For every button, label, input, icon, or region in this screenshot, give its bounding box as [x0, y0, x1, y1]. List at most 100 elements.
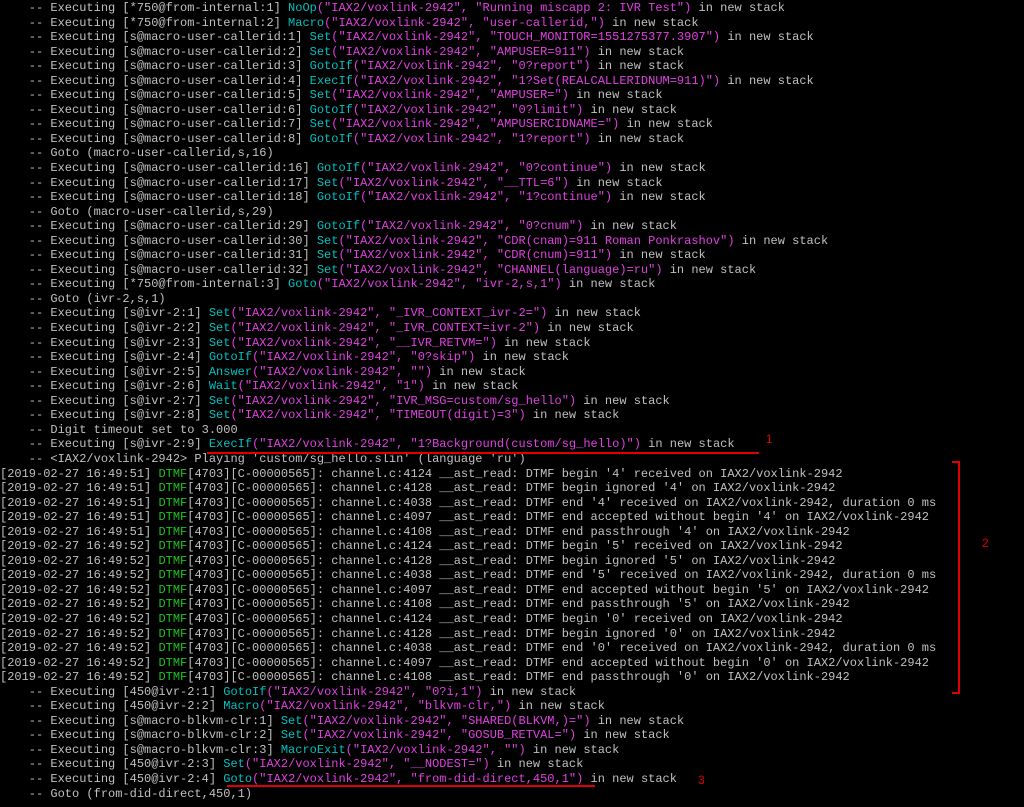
log-segment-plain: in new stack — [424, 379, 519, 394]
log-segment-plain: -- Executing [s@macro-user-callerid:1] — [0, 30, 310, 45]
log-line: -- Executing [s@macro-user-callerid:7] S… — [0, 117, 1024, 132]
log-line: [2019-02-27 16:49:52] DTMF[4703][C-00000… — [0, 641, 1024, 656]
log-segment-plain: in new stack — [619, 117, 713, 132]
log-segment-plain: -- Executing [s@macro-user-callerid:5] — [0, 88, 310, 103]
log-segment-plain: in new stack — [489, 757, 584, 772]
log-segment-str: ("IAX2/voxlink-2942", "__IVR_RETVM=") — [230, 335, 497, 350]
log-segment-app: Answer — [208, 364, 253, 379]
log-segment-plain: [2019-02-27 16:49:52] — [0, 626, 159, 641]
log-segment-app: Set — [208, 393, 231, 408]
log-segment-dtmf: DTMF — [158, 670, 188, 685]
log-segment-str: ("IAX2/voxlink-2942", "user-callerid,") — [324, 15, 605, 30]
log-segment-plain: [2019-02-27 16:49:51] — [0, 495, 159, 510]
log-segment-plain: in new stack — [583, 102, 677, 117]
log-segment-plain: [2019-02-27 16:49:52] — [0, 611, 159, 626]
log-segment-dtmf: DTMF — [158, 626, 188, 641]
log-segment-plain: in new stack — [590, 713, 685, 728]
annotation-label-3: 3 — [698, 773, 705, 787]
log-line: -- Executing [*750@from-internal:3] Goto… — [0, 277, 1024, 292]
log-segment-plain: in new stack — [590, 44, 685, 59]
log-line: -- Executing [s@macro-user-callerid:8] G… — [0, 132, 1024, 147]
log-segment-plain: [4703][C-00000565]: channel.c:4038 __ast… — [187, 495, 937, 510]
log-segment-plain: in new stack — [525, 408, 620, 423]
log-segment-plain: [2019-02-27 16:49:51] — [0, 510, 159, 525]
log-segment-plain: -- Executing [s@ivr-2:5] — [0, 364, 209, 379]
log-segment-app: Set — [316, 248, 339, 263]
log-segment-dtmf: DTMF — [158, 466, 188, 481]
terminal-console[interactable]: -- Executing [*750@from-internal:1] NoOp… — [0, 0, 1024, 807]
log-segment-app: ExecIf — [309, 73, 353, 88]
log-segment-plain: in new stack — [612, 161, 706, 176]
log-segment-plain: -- Executing [s@ivr-2:1] — [0, 306, 209, 321]
log-segment-dtmf: DTMF — [158, 582, 188, 597]
log-segment-plain: in new stack — [475, 350, 569, 365]
log-segment-plain: -- Goto (ivr-2,s,1) — [0, 291, 166, 306]
log-segment-plain: in new stack — [576, 728, 670, 743]
log-segment-plain: in new stack — [662, 262, 757, 277]
log-segment-plain: -- Executing [s@macro-user-callerid:17] — [0, 175, 317, 190]
log-line: -- Goto (from-did-direct,450,1) — [0, 787, 1024, 802]
log-segment-plain: -- Executing [*750@from-internal:3] — [0, 277, 289, 292]
log-segment-str: ("IAX2/voxlink-2942", "") — [252, 364, 433, 379]
log-segment-plain: in new stack — [576, 393, 670, 408]
log-segment-plain: -- Executing [s@macro-user-callerid:30] — [0, 233, 317, 248]
log-segment-app: Set — [280, 728, 303, 743]
log-segment-plain: -- Executing [s@macro-blkvm-clr:3] — [0, 742, 281, 757]
log-line: -- Executing [s@macro-user-callerid:3] G… — [0, 59, 1024, 74]
log-segment-plain: -- Executing [450@ivr-2:3] — [0, 757, 224, 772]
log-segment-str: ("IAX2/voxlink-2942", "1?report") — [352, 131, 591, 146]
log-line: -- Executing [*750@from-internal:1] NoOp… — [0, 1, 1024, 16]
log-segment-plain: in new stack — [511, 699, 605, 714]
log-segment-plain: -- Digit timeout set to 3.000 — [0, 422, 238, 437]
log-segment-app: Set — [316, 233, 339, 248]
annotation-underline-3 — [227, 785, 595, 787]
log-line: -- Goto (macro-user-callerid,s,29) — [0, 205, 1024, 220]
log-segment-app: GotoIf — [223, 684, 267, 699]
log-line: -- Executing [s@macro-blkvm-clr:3] Macro… — [0, 743, 1024, 758]
log-segment-plain: [2019-02-27 16:49:52] — [0, 670, 159, 685]
log-line: [2019-02-27 16:49:52] DTMF[4703][C-00000… — [0, 670, 1024, 685]
log-segment-str: ("IAX2/voxlink-2942", "__NODEST=") — [244, 757, 490, 772]
log-line: -- Executing [s@macro-user-callerid:30] … — [0, 234, 1024, 249]
log-segment-plain: [2019-02-27 16:49:51] — [0, 481, 159, 496]
log-segment-plain: -- Executing [s@macro-user-callerid:4] — [0, 73, 310, 88]
log-segment-str: ("IAX2/voxlink-2942", "TIMEOUT(digit)=3"… — [230, 408, 526, 423]
log-line: -- Executing [s@ivr-2:2] Set("IAX2/voxli… — [0, 321, 1024, 336]
log-segment-plain: in new stack — [482, 684, 577, 699]
log-segment-plain: [2019-02-27 16:49:51] — [0, 524, 159, 539]
log-segment-dtmf: DTMF — [158, 655, 188, 670]
log-segment-plain: -- Executing [s@macro-user-callerid:31] — [0, 248, 317, 263]
annotation-label-1: 1 — [766, 432, 773, 446]
log-segment-plain: in new stack — [583, 219, 677, 234]
log-segment-dtmf: DTMF — [158, 481, 188, 496]
log-segment-app: MacroExit — [280, 742, 346, 757]
log-segment-plain: [2019-02-27 16:49:52] — [0, 641, 159, 656]
log-line: [2019-02-27 16:49:52] DTMF[4703][C-00000… — [0, 612, 1024, 627]
log-segment-plain: in new stack — [525, 742, 620, 757]
log-segment-plain: -- Executing [s@ivr-2:6] — [0, 379, 209, 394]
log-segment-app: GotoIf — [309, 131, 353, 146]
log-segment-str: ("IAX2/voxlink-2942", "TOUCH_MONITOR=155… — [331, 30, 721, 45]
log-segment-plain: in new stack — [568, 88, 663, 103]
log-segment-dtmf: DTMF — [158, 597, 188, 612]
annotation-label-2: 2 — [982, 536, 989, 550]
log-segment-plain: in new stack — [734, 233, 829, 248]
log-segment-plain: [4703][C-00000565]: channel.c:4128 __ast… — [187, 481, 836, 496]
log-segment-app: GotoIf — [309, 102, 353, 117]
log-segment-plain: -- Goto (macro-user-callerid,s,29) — [0, 204, 274, 219]
log-segment-str: ("IAX2/voxlink-2942", "1") — [237, 379, 425, 394]
log-segment-str: ("IAX2/voxlink-2942", "AMPUSERCIDNAME=") — [331, 117, 620, 132]
log-line: [2019-02-27 16:49:51] DTMF[4703][C-00000… — [0, 525, 1024, 540]
log-segment-str: ("IAX2/voxlink-2942", "AMPUSER=911") — [331, 44, 591, 59]
log-segment-plain: in new stack — [561, 277, 656, 292]
log-segment-plain: -- Executing [s@macro-user-callerid:32] — [0, 262, 317, 277]
log-segment-plain: -- Executing [s@macro-user-callerid:29] — [0, 219, 317, 234]
log-segment-plain: [2019-02-27 16:49:51] — [0, 466, 159, 481]
log-segment-str: ("IAX2/voxlink-2942", "from-did-direct,4… — [252, 771, 584, 786]
log-line: -- Executing [s@ivr-2:6] Wait("IAX2/voxl… — [0, 379, 1024, 394]
log-segment-plain: in new stack — [568, 175, 663, 190]
log-segment-plain: -- Executing [s@macro-user-callerid:6] — [0, 102, 310, 117]
log-segment-str: ("IAX2/voxlink-2942", "0?limit") — [352, 102, 584, 117]
log-segment-plain: -- Goto (macro-user-callerid,s,16) — [0, 146, 274, 161]
log-segment-app: Set — [208, 408, 231, 423]
